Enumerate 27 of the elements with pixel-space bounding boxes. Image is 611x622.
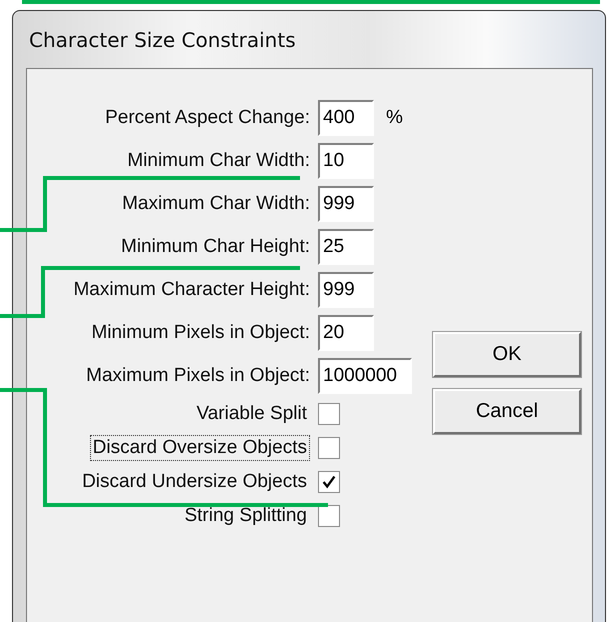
dialog-button[interactable]: Cancel [433, 389, 581, 434]
input-field[interactable]: 20 [318, 314, 374, 350]
input-field[interactable]: 1000000 [318, 358, 412, 394]
input-field[interactable]: 25 [318, 228, 374, 264]
input-field[interactable]: 400 [318, 100, 374, 136]
checkbox-label: String Splitting [183, 504, 308, 528]
dialog-button[interactable]: OK [433, 332, 581, 377]
field-label: Maximum Character Height: [73, 278, 310, 300]
input-field[interactable]: 999 [318, 186, 374, 222]
input-field[interactable]: 10 [318, 142, 374, 178]
field-label: Maximum Char Width: [122, 192, 310, 214]
checkbox[interactable] [318, 437, 340, 459]
window-title: Character Size Constraints [29, 28, 296, 52]
field-label: Minimum Char Height: [121, 236, 310, 258]
checkbox-label: Discard Undersize Objects [81, 470, 308, 494]
field-label: Minimum Char Width: [127, 150, 310, 172]
checkmark-icon [320, 473, 338, 491]
checkbox[interactable] [318, 403, 340, 425]
checkbox[interactable] [318, 505, 340, 527]
field-label: Percent Aspect Change: [105, 106, 310, 128]
checkbox[interactable] [318, 471, 340, 493]
checkbox-label: Variable Split [195, 402, 308, 426]
input-field[interactable]: 999 [318, 272, 374, 308]
checkbox-label: Discard Oversize Objects [90, 435, 310, 461]
unit-label: % [386, 106, 403, 128]
field-label: Minimum Pixels in Object: [91, 322, 310, 344]
field-label: Maximum Pixels in Object: [86, 364, 310, 386]
